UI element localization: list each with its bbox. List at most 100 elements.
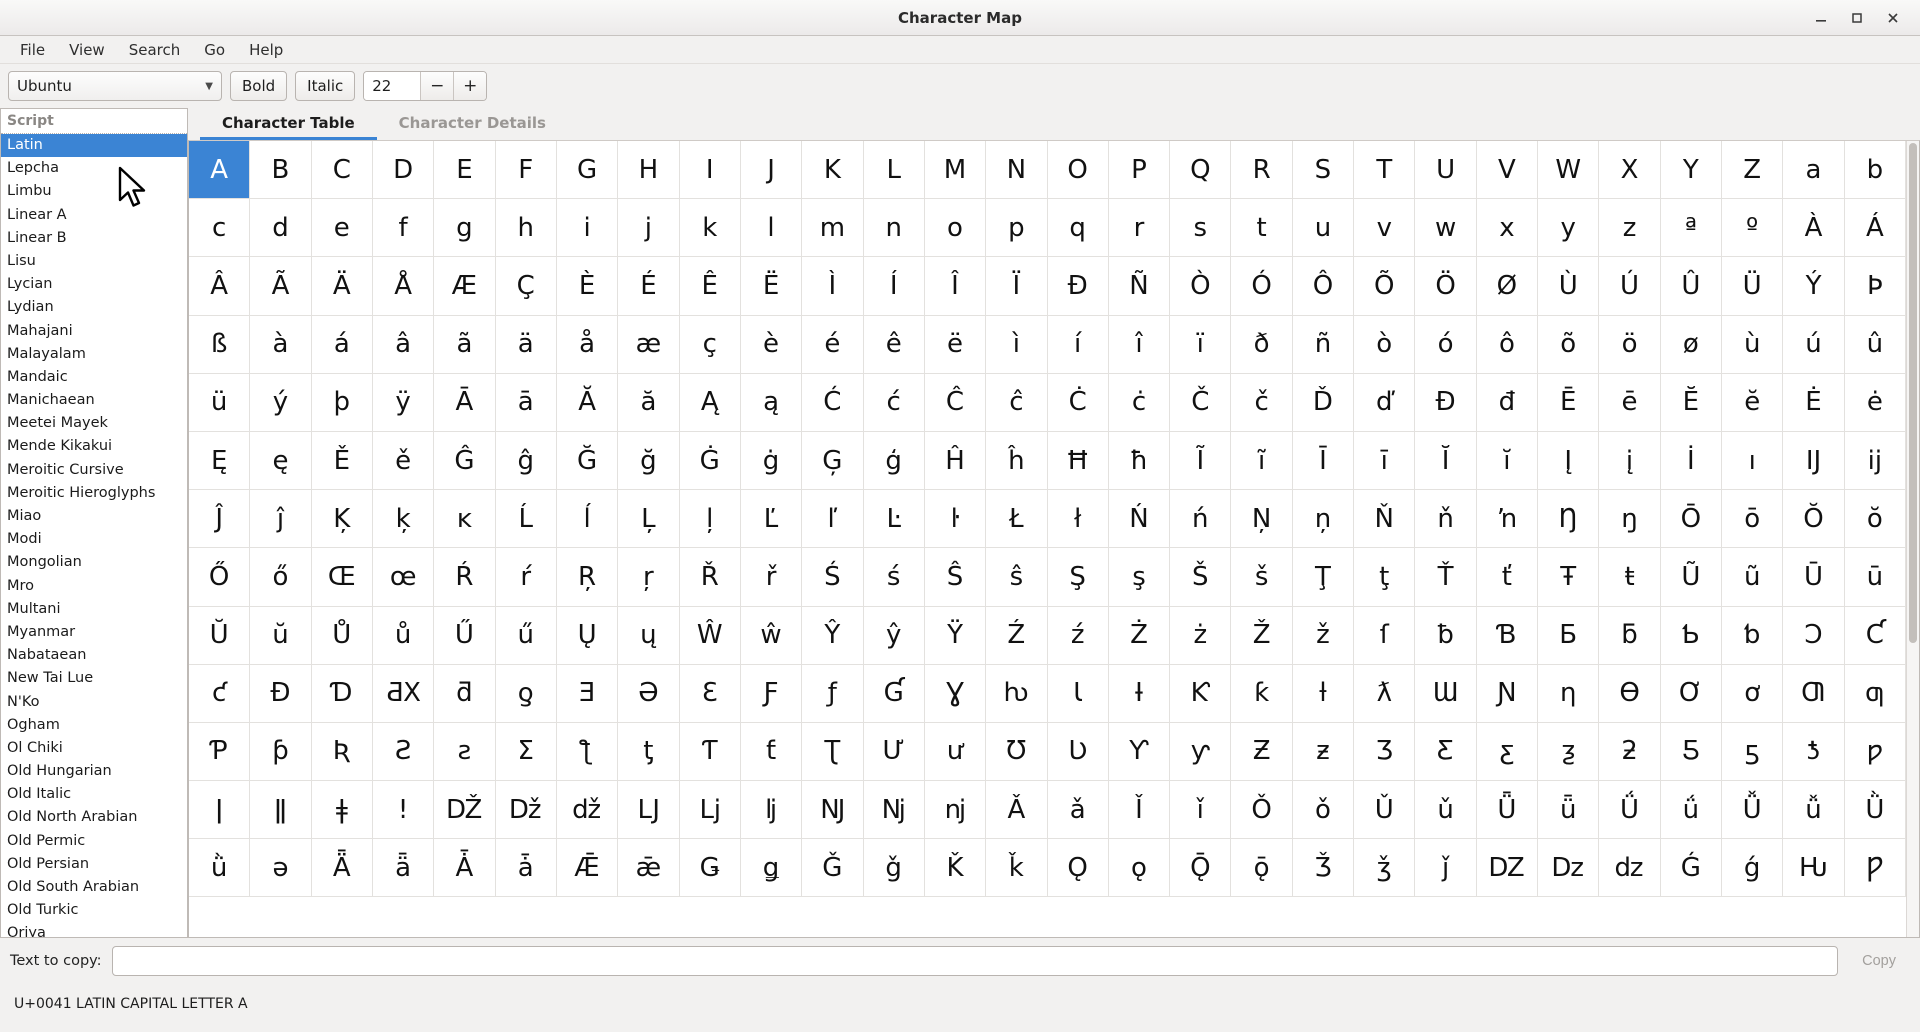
character-cell[interactable]: Ɯ [1415,665,1476,723]
character-cell[interactable]: ù [1722,316,1783,374]
character-cell[interactable]: Œ [312,548,373,606]
character-cell[interactable]: ƭ [741,723,802,781]
character-cell[interactable]: Ƴ [1109,723,1170,781]
character-cell[interactable]: Ĥ [925,432,986,490]
character-cell[interactable]: ø [1661,316,1722,374]
script-list-item[interactable]: Old Hungarian [1,760,187,783]
character-cell[interactable]: ƾ [1783,723,1844,781]
character-cell[interactable]: q [1048,199,1109,257]
character-cell[interactable]: ſ [1354,607,1415,665]
character-cell[interactable]: Ü [1722,257,1783,315]
character-cell[interactable]: P [1109,141,1170,199]
character-cell[interactable]: Ĭ [1415,432,1476,490]
character-cell[interactable]: D [373,141,434,199]
character-cell[interactable]: Ě [312,432,373,490]
character-cell[interactable]: ĸ [434,490,495,548]
character-cell[interactable]: Ò [1170,257,1231,315]
character-cell[interactable]: B [250,141,311,199]
character-cell[interactable]: Ù [1538,257,1599,315]
character-cell[interactable]: ŷ [864,607,925,665]
character-cell[interactable]: l [741,199,802,257]
character-cell[interactable]: ŵ [741,607,802,665]
character-cell[interactable]: M [925,141,986,199]
character-cell[interactable]: Ŷ [802,607,863,665]
character-cell[interactable]: ǉ [741,781,802,839]
script-list-item[interactable]: Manichaean [1,389,187,412]
character-cell[interactable]: L [864,141,925,199]
character-cell[interactable]: ý [250,374,311,432]
script-list-item[interactable]: Meroitic Cursive [1,459,187,482]
character-cell[interactable]: ů [373,607,434,665]
character-cell[interactable]: Ļ [618,490,679,548]
copy-button[interactable]: Copy [1848,946,1910,976]
character-cell[interactable]: Ǝ [557,665,618,723]
character-cell[interactable]: Ķ [312,490,373,548]
script-list-item[interactable]: Ol Chiki [1,737,187,760]
character-cell[interactable]: ň [1415,490,1476,548]
character-cell[interactable]: Ĳ [1783,432,1844,490]
character-cell[interactable]: ª [1661,199,1722,257]
character-cell[interactable]: Ǖ [1477,781,1538,839]
character-cell[interactable]: Ů [312,607,373,665]
character-cell[interactable]: ģ [864,432,925,490]
character-cell[interactable]: Û [1661,257,1722,315]
character-cell[interactable]: ũ [1722,548,1783,606]
script-list-item[interactable]: Myanmar [1,621,187,644]
character-cell[interactable]: Ǧ [802,839,863,897]
character-cell[interactable]: ř [741,548,802,606]
character-cell[interactable]: n [864,199,925,257]
character-cell[interactable]: Í [864,257,925,315]
character-cell[interactable]: Ŵ [680,607,741,665]
character-cell[interactable]: Ƭ [680,723,741,781]
character-cell[interactable]: ƥ [250,723,311,781]
character-cell[interactable]: Ǉ [618,781,679,839]
script-list-item[interactable]: Oriya [1,922,187,937]
character-cell[interactable]: Ĵ [189,490,250,548]
character-cell[interactable]: Ǐ [1109,781,1170,839]
character-cell[interactable]: ǐ [1170,781,1231,839]
character-cell[interactable]: Ƥ [189,723,250,781]
character-cell[interactable]: N [986,141,1047,199]
maximize-icon[interactable] [1846,7,1868,29]
character-cell[interactable]: w [1415,199,1476,257]
character-cell[interactable]: Ċ [1048,374,1109,432]
character-cell[interactable]: ľ [802,490,863,548]
character-cell[interactable]: x [1477,199,1538,257]
character-cell[interactable]: ǘ [1661,781,1722,839]
character-cell[interactable]: A [189,141,250,199]
script-list-item[interactable]: Limbu [1,180,187,203]
character-cell[interactable]: Ō [1661,490,1722,548]
character-cell[interactable]: ğ [618,432,679,490]
character-cell[interactable]: h [496,199,557,257]
character-cell[interactable]: ĺ [557,490,618,548]
character-cell[interactable]: ĩ [1231,432,1292,490]
character-cell[interactable]: ƃ [1599,607,1660,665]
character-cell[interactable]: ǆ [557,781,618,839]
character-cell[interactable]: ǟ [373,839,434,897]
character-cell[interactable]: Y [1661,141,1722,199]
character-cell[interactable]: š [1231,548,1292,606]
character-cell[interactable]: Ŋ [1538,490,1599,548]
character-cell[interactable]: ƹ [1477,723,1538,781]
character-cell[interactable]: Ǔ [1354,781,1415,839]
character-cell[interactable]: e [312,199,373,257]
character-cell[interactable]: ņ [1293,490,1354,548]
character-cell[interactable]: ű [496,607,557,665]
character-cell[interactable]: ķ [373,490,434,548]
character-cell[interactable]: ã [434,316,495,374]
character-cell[interactable]: ñ [1293,316,1354,374]
character-cell[interactable]: Ĺ [496,490,557,548]
script-list-item[interactable]: Meetei Mayek [1,412,187,435]
character-cell[interactable]: ě [373,432,434,490]
character-cell[interactable]: Ƣ [1783,665,1844,723]
character-cell[interactable]: Ƙ [1170,665,1231,723]
character-cell[interactable]: ƀ [1415,607,1476,665]
character-cell[interactable]: ƣ [1845,665,1906,723]
character-cell[interactable]: Ę [189,432,250,490]
script-list-item[interactable]: Mandaic [1,366,187,389]
character-cell[interactable]: Ƅ [1661,607,1722,665]
character-cell[interactable]: Ƶ [1231,723,1292,781]
character-cell[interactable]: ƚ [1293,665,1354,723]
character-cell[interactable]: ǈ [680,781,741,839]
character-cell[interactable]: Ǜ [1845,781,1906,839]
